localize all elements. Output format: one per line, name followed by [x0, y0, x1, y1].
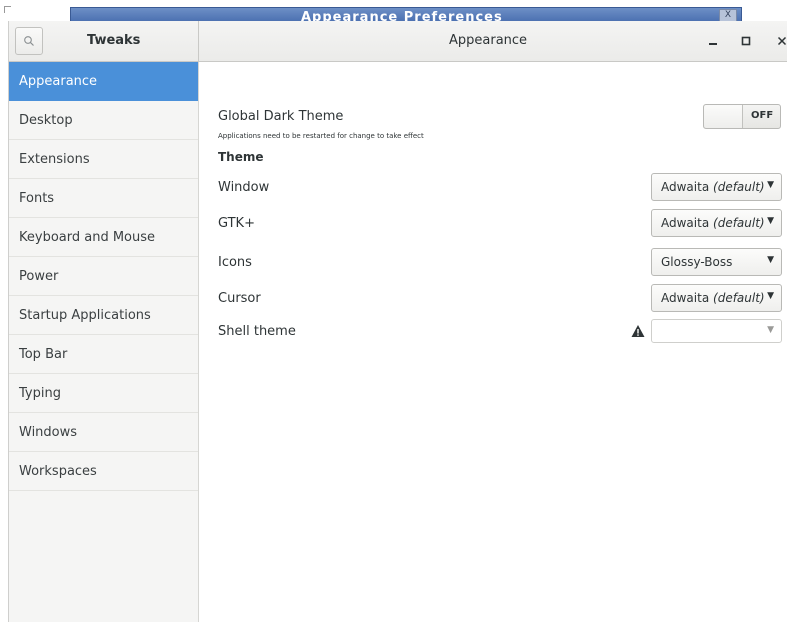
dropdown-arrow-icon: ▼ [767, 291, 774, 301]
icons-theme-combo[interactable]: Glossy-Boss ▼ [651, 248, 782, 276]
sidebar-item-top-bar[interactable]: Top Bar [9, 335, 198, 374]
dropdown-arrow-icon: ▼ [767, 216, 774, 226]
cursor-theme-label: Cursor [218, 291, 261, 306]
warning-icon [631, 325, 645, 337]
shell-theme-label: Shell theme [218, 324, 296, 339]
gtk-theme-label: GTK+ [218, 216, 255, 231]
cursor-theme-combo[interactable]: Adwaita (default) ▼ [651, 284, 782, 312]
tweaks-window: Tweaks Appearance Appearance Desktop Ext… [8, 21, 787, 622]
maximize-button[interactable] [736, 31, 756, 51]
sidebar-item-fonts[interactable]: Fonts [9, 179, 198, 218]
dropdown-arrow-icon: ▼ [767, 325, 774, 335]
background-window-corner [4, 6, 11, 13]
shell-theme-combo[interactable]: ▼ [651, 319, 782, 343]
window-theme-label: Window [218, 180, 270, 195]
window-theme-value: Adwaita (default) [661, 180, 765, 194]
search-button[interactable] [15, 27, 43, 55]
close-icon [777, 36, 787, 46]
sidebar-item-power[interactable]: Power [9, 257, 198, 296]
minimize-button[interactable] [703, 31, 723, 51]
sidebar-item-desktop[interactable]: Desktop [9, 101, 198, 140]
window-theme-combo[interactable]: Adwaita (default) ▼ [651, 173, 782, 201]
global-dark-theme-switch[interactable]: OFF [703, 104, 781, 129]
default-suffix: (default) [713, 216, 765, 230]
close-button[interactable] [772, 31, 787, 51]
sidebar-item-extensions[interactable]: Extensions [9, 140, 198, 179]
page-title: Appearance [449, 33, 528, 48]
dropdown-arrow-icon: ▼ [767, 255, 774, 265]
header-left-pane: Tweaks [9, 21, 199, 61]
gtk-theme-value: Adwaita (default) [661, 216, 765, 230]
app-title: Tweaks [87, 33, 141, 48]
default-suffix: (default) [713, 291, 765, 305]
sidebar: Appearance Desktop Extensions Fonts Keyb… [9, 62, 199, 622]
switch-knob[interactable] [704, 105, 743, 128]
global-dark-theme-label: Global Dark Theme [218, 109, 344, 124]
gtk-theme-combo[interactable]: Adwaita (default) ▼ [651, 209, 782, 237]
theme-section-title: Theme [218, 150, 264, 164]
dropdown-arrow-icon: ▼ [767, 180, 774, 190]
header-bar: Tweaks Appearance [9, 21, 787, 62]
maximize-icon [741, 36, 751, 46]
switch-state-text: OFF [751, 110, 774, 121]
default-suffix: (default) [713, 180, 765, 194]
minimize-icon [709, 43, 717, 45]
sidebar-item-typing[interactable]: Typing [9, 374, 198, 413]
appearance-panel: Global Dark Theme OFF Applications need … [199, 62, 787, 622]
sidebar-item-windows[interactable]: Windows [9, 413, 198, 452]
sidebar-item-keyboard-and-mouse[interactable]: Keyboard and Mouse [9, 218, 198, 257]
icons-theme-value: Glossy-Boss [661, 255, 733, 269]
icons-theme-label: Icons [218, 255, 252, 270]
sidebar-item-startup-applications[interactable]: Startup Applications [9, 296, 198, 335]
sidebar-item-workspaces[interactable]: Workspaces [9, 452, 198, 491]
cursor-theme-value: Adwaita (default) [661, 291, 765, 305]
sidebar-item-appearance[interactable]: Appearance [9, 62, 198, 101]
search-icon [24, 36, 34, 46]
restart-note: Applications need to be restarted for ch… [218, 132, 424, 140]
